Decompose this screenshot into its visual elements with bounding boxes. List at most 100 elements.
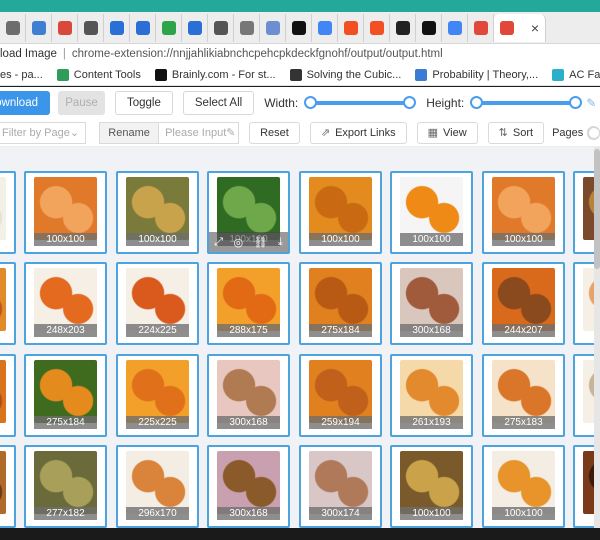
browser-tab[interactable] xyxy=(78,13,104,42)
image-dimensions-label: 259x194 xyxy=(309,416,372,429)
view-label: View xyxy=(443,126,467,139)
bookmark-item[interactable]: Brainly.com - For st... xyxy=(154,68,276,81)
bulb-icon xyxy=(415,68,428,81)
image-card[interactable] xyxy=(0,445,16,528)
image-card[interactable]: 288x175 xyxy=(207,262,290,345)
browser-tab[interactable] xyxy=(390,13,416,42)
export-links-label: Export Links xyxy=(335,126,396,139)
expand-icon[interactable]: ⤢ xyxy=(214,236,223,249)
image-card[interactable]: 275x184 xyxy=(299,262,382,345)
image-thumbnail xyxy=(492,268,555,331)
height-slider-max-handle[interactable] xyxy=(569,96,583,109)
browser-tab[interactable] xyxy=(234,13,260,42)
height-slider-min-handle[interactable] xyxy=(470,96,484,109)
sort-icon: ⇅ xyxy=(498,127,508,139)
bookmark-item[interactable]: Content Tools xyxy=(56,68,141,81)
image-card[interactable]: 277x182 xyxy=(24,445,107,528)
image-card[interactable]: 100x100 xyxy=(390,445,473,528)
browser-tab[interactable] xyxy=(338,13,364,42)
pages-toggle-switch[interactable] xyxy=(587,125,600,140)
image-card[interactable]: 296x170 xyxy=(116,445,199,528)
image-card[interactable]: 261x193 xyxy=(390,354,473,437)
view-button[interactable]: ▦ View xyxy=(416,121,478,144)
bookmarks-bar: es - pa... Content Tools Brainly.com - For… xyxy=(0,64,600,86)
scrollbar-thumb[interactable] xyxy=(594,149,600,269)
image-card[interactable]: 248x203 xyxy=(24,262,107,345)
close-tab-icon[interactable]: × xyxy=(531,21,539,35)
bookmark-item[interactable]: Solving the Cubic... xyxy=(289,68,402,81)
extension-icon xyxy=(473,20,488,35)
image-card[interactable]: 300x168 xyxy=(207,445,290,528)
rename-button[interactable]: Rename xyxy=(99,121,160,144)
image-card[interactable]: 100x100 xyxy=(482,171,565,254)
browser-tab[interactable] xyxy=(156,13,182,42)
image-card[interactable]: 225x225 xyxy=(116,354,199,437)
browser-tab[interactable] xyxy=(364,13,390,42)
image-card[interactable]: 100x100 xyxy=(299,171,382,254)
image-thumbnail xyxy=(0,177,6,240)
image-card[interactable]: 100x100 xyxy=(482,445,565,528)
width-slider[interactable] xyxy=(304,96,417,110)
active-tab[interactable]: × xyxy=(494,13,546,42)
browser-tab[interactable] xyxy=(312,13,338,42)
browser-tab[interactable] xyxy=(26,13,52,42)
image-card[interactable]: 300x174 xyxy=(299,445,382,528)
hatch-icon xyxy=(5,20,20,35)
image-card[interactable] xyxy=(0,354,16,437)
browser-tab[interactable] xyxy=(52,13,78,42)
browser-tab[interactable] xyxy=(468,13,494,42)
height-slider-track xyxy=(476,101,577,105)
bookmark-item[interactable]: Probability | Theory,... xyxy=(415,68,538,81)
browser-tab[interactable] xyxy=(260,13,286,42)
bookmark-item[interactable]: AC Fan Speed Cont... xyxy=(552,68,600,81)
reset-button[interactable]: Reset xyxy=(249,121,300,144)
image-card[interactable]: 100x100 xyxy=(390,171,473,254)
image-card[interactable]: 224x225 xyxy=(116,262,199,345)
browser-tab[interactable] xyxy=(130,13,156,42)
title-url-separator: | xyxy=(62,48,66,60)
image-card[interactable]: 244x207 xyxy=(482,262,565,345)
browser-tab[interactable] xyxy=(208,13,234,42)
rename-input[interactable]: Please Input ✎ xyxy=(159,121,240,144)
image-card[interactable]: 100x100 xyxy=(116,171,199,254)
bookmark-label: Solving the Cubic... xyxy=(306,68,402,81)
image-card[interactable]: 259x194 xyxy=(299,354,382,437)
browser-tab[interactable] xyxy=(182,13,208,42)
select-all-button[interactable]: Select All xyxy=(182,91,255,115)
pause-button[interactable]: Pause xyxy=(58,91,105,115)
image-card[interactable]: 275x183 xyxy=(482,354,565,437)
width-slider-min-handle[interactable] xyxy=(304,96,318,109)
download-icon[interactable]: ⤓ xyxy=(278,236,283,249)
browser-tab[interactable] xyxy=(416,13,442,42)
image-thumbnail xyxy=(400,451,463,514)
grid-scrollbar[interactable] xyxy=(594,147,600,528)
search-image-icon[interactable]: ◎ xyxy=(233,236,243,249)
image-card[interactable]: 100x100 xyxy=(24,171,107,254)
browser-tab[interactable] xyxy=(286,13,312,42)
width-slider-max-handle[interactable] xyxy=(403,96,417,109)
image-card[interactable]: 300x168 xyxy=(390,262,473,345)
bookmark-label: Content Tools xyxy=(73,68,141,81)
toggle-button[interactable]: Toggle xyxy=(115,91,173,115)
sort-button[interactable]: ⇅ Sort xyxy=(487,121,545,144)
browser-tab[interactable] xyxy=(0,13,26,42)
image-dimensions-label: 248x203 xyxy=(34,324,97,337)
sort-label: Sort xyxy=(512,126,534,139)
image-card[interactable]: 275x184 xyxy=(24,354,107,437)
bookmark-item[interactable]: es - pa... xyxy=(0,69,43,81)
edit-size-icon[interactable]: ✎ xyxy=(586,96,596,110)
image-card[interactable] xyxy=(0,171,16,254)
link-icon[interactable]: ⛓ xyxy=(253,236,267,249)
image-card[interactable]: 100x100⤢◎⛓⤓ xyxy=(207,171,290,254)
image-hover-actions: ⤢ ◎ ⛓ ⤓ xyxy=(209,232,288,252)
browser-tab[interactable] xyxy=(442,13,468,42)
browser-tab[interactable] xyxy=(104,13,130,42)
download-button[interactable]: Download xyxy=(0,91,50,115)
height-slider[interactable] xyxy=(470,96,583,110)
image-card[interactable]: 300x168 xyxy=(207,354,290,437)
filter-by-page-select[interactable]: Filter by Page ⌄ xyxy=(0,121,87,144)
image-card[interactable] xyxy=(0,262,16,345)
address-bar[interactable]: load Image | chrome-extension://nnjjahli… xyxy=(0,44,600,64)
url-text[interactable]: chrome-extension://nnjjahlikiabnchcpehcp… xyxy=(72,48,443,60)
export-links-button[interactable]: ⇗ Export Links xyxy=(309,121,407,144)
